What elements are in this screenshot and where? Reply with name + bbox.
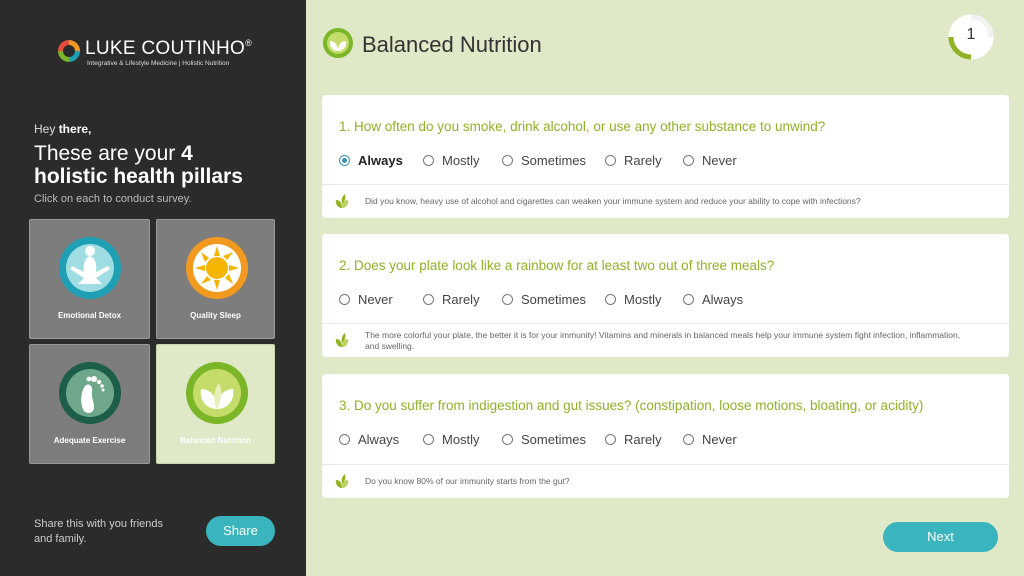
greeting-prefix: Hey: [34, 122, 56, 136]
step-counter: 1: [948, 14, 994, 60]
option-never[interactable]: Never: [339, 292, 423, 307]
page-title: Balanced Nutrition: [362, 32, 542, 57]
option-mostly[interactable]: Mostly: [423, 432, 502, 447]
pillar-label: Balanced Nutrition: [179, 436, 252, 445]
question-card: 2. Does your plate look like a rainbow f…: [322, 234, 1009, 357]
option-never[interactable]: Never: [683, 153, 737, 168]
pillar-tile-adequate-exercise[interactable]: Adequate Exercise: [29, 344, 150, 464]
headline-prefix: These are your: [34, 142, 176, 165]
headline-line2: holistic health pillars: [34, 165, 243, 188]
share-button[interactable]: Share: [206, 516, 275, 546]
question-card: 1. How often do you smoke, drink alcohol…: [322, 95, 1009, 218]
radio-icon: [502, 155, 513, 166]
pillar-label: Emotional Detox: [57, 311, 122, 320]
radio-icon: [605, 294, 616, 305]
option-never[interactable]: Never: [683, 432, 737, 447]
radio-icon: [502, 294, 513, 305]
answer-options: Never Rarely Sometimes Mostly Always: [339, 292, 743, 307]
option-mostly[interactable]: Mostly: [423, 153, 502, 168]
question-tip: Do you know 80% of our immunity starts f…: [322, 464, 1009, 498]
question-card: 3. Do you suffer from indigestion and gu…: [322, 374, 1009, 498]
sprout-icon: [335, 474, 349, 488]
radio-icon: [423, 294, 434, 305]
pillar-tile-balanced-nutrition[interactable]: Balanced Nutrition: [156, 344, 275, 464]
radio-icon: [339, 434, 350, 445]
radio-selected-icon: [339, 155, 350, 166]
option-sometimes[interactable]: Sometimes: [502, 153, 605, 168]
leaf-icon: [323, 28, 353, 58]
pillar-label: Adequate Exercise: [53, 436, 126, 445]
sidebar-subtext: Click on each to conduct survey.: [34, 193, 192, 205]
next-button[interactable]: Next: [883, 522, 998, 552]
question-text: 1. How often do you smoke, drink alcohol…: [339, 119, 826, 134]
pillar-label: Quality Sleep: [190, 311, 241, 320]
sun-icon: [186, 237, 248, 299]
pillar-tile-quality-sleep[interactable]: Quality Sleep: [156, 219, 275, 339]
radio-icon: [683, 434, 694, 445]
radio-icon: [502, 434, 513, 445]
option-sometimes[interactable]: Sometimes: [502, 432, 605, 447]
option-rarely[interactable]: Rarely: [605, 153, 683, 168]
question-tip: Did you know, heavy use of alcohol and c…: [322, 184, 1009, 218]
sprout-icon: [335, 194, 349, 208]
brand-registered-mark: ®: [245, 38, 253, 48]
question-tip: The more colorful your plate, the better…: [322, 323, 1009, 357]
meditation-icon: [59, 237, 121, 299]
question-text: 2. Does your plate look like a rainbow f…: [339, 258, 775, 273]
tip-text: The more colorful your plate, the better…: [365, 330, 961, 351]
headline-number: 4: [181, 142, 193, 165]
option-rarely[interactable]: Rarely: [423, 292, 502, 307]
option-always[interactable]: Always: [339, 432, 423, 447]
radio-icon: [605, 155, 616, 166]
radio-icon: [683, 294, 694, 305]
option-sometimes[interactable]: Sometimes: [502, 292, 605, 307]
sprout-icon: [335, 333, 349, 347]
leaf-icon: [186, 362, 248, 424]
greeting: Hey there,: [34, 122, 91, 136]
logo-ring-icon: [58, 40, 80, 62]
brand-name: LUKE COUTINHO: [85, 38, 246, 59]
brand-tagline: Integrative & Lifestyle Medicine | Holis…: [87, 60, 230, 67]
sidebar: LUKE COUTINHO® Integrative & Lifestyle M…: [0, 0, 306, 576]
step-number: 1: [966, 26, 976, 43]
option-always[interactable]: Always: [683, 292, 743, 307]
brand-logo: LUKE COUTINHO® Integrative & Lifestyle M…: [58, 38, 258, 72]
radio-icon: [423, 155, 434, 166]
headline: These are your 4 holistic health pillars: [34, 142, 294, 188]
option-always[interactable]: Always: [339, 153, 423, 168]
share-text: Share this with you friends and family.: [34, 518, 164, 545]
option-rarely[interactable]: Rarely: [605, 432, 683, 447]
tip-text: Do you know 80% of our immunity starts f…: [365, 476, 570, 486]
option-mostly[interactable]: Mostly: [605, 292, 683, 307]
footprint-icon: [59, 362, 121, 424]
question-text: 3. Do you suffer from indigestion and gu…: [339, 398, 924, 413]
radio-icon: [605, 434, 616, 445]
radio-icon: [423, 434, 434, 445]
radio-icon: [339, 294, 350, 305]
radio-icon: [683, 155, 694, 166]
tip-text: Did you know, heavy use of alcohol and c…: [365, 196, 861, 206]
answer-options: Always Mostly Sometimes Rarely Never: [339, 153, 737, 168]
pillar-tile-emotional-detox[interactable]: Emotional Detox: [29, 219, 150, 339]
greeting-name: there,: [58, 122, 92, 136]
answer-options: Always Mostly Sometimes Rarely Never: [339, 432, 737, 447]
